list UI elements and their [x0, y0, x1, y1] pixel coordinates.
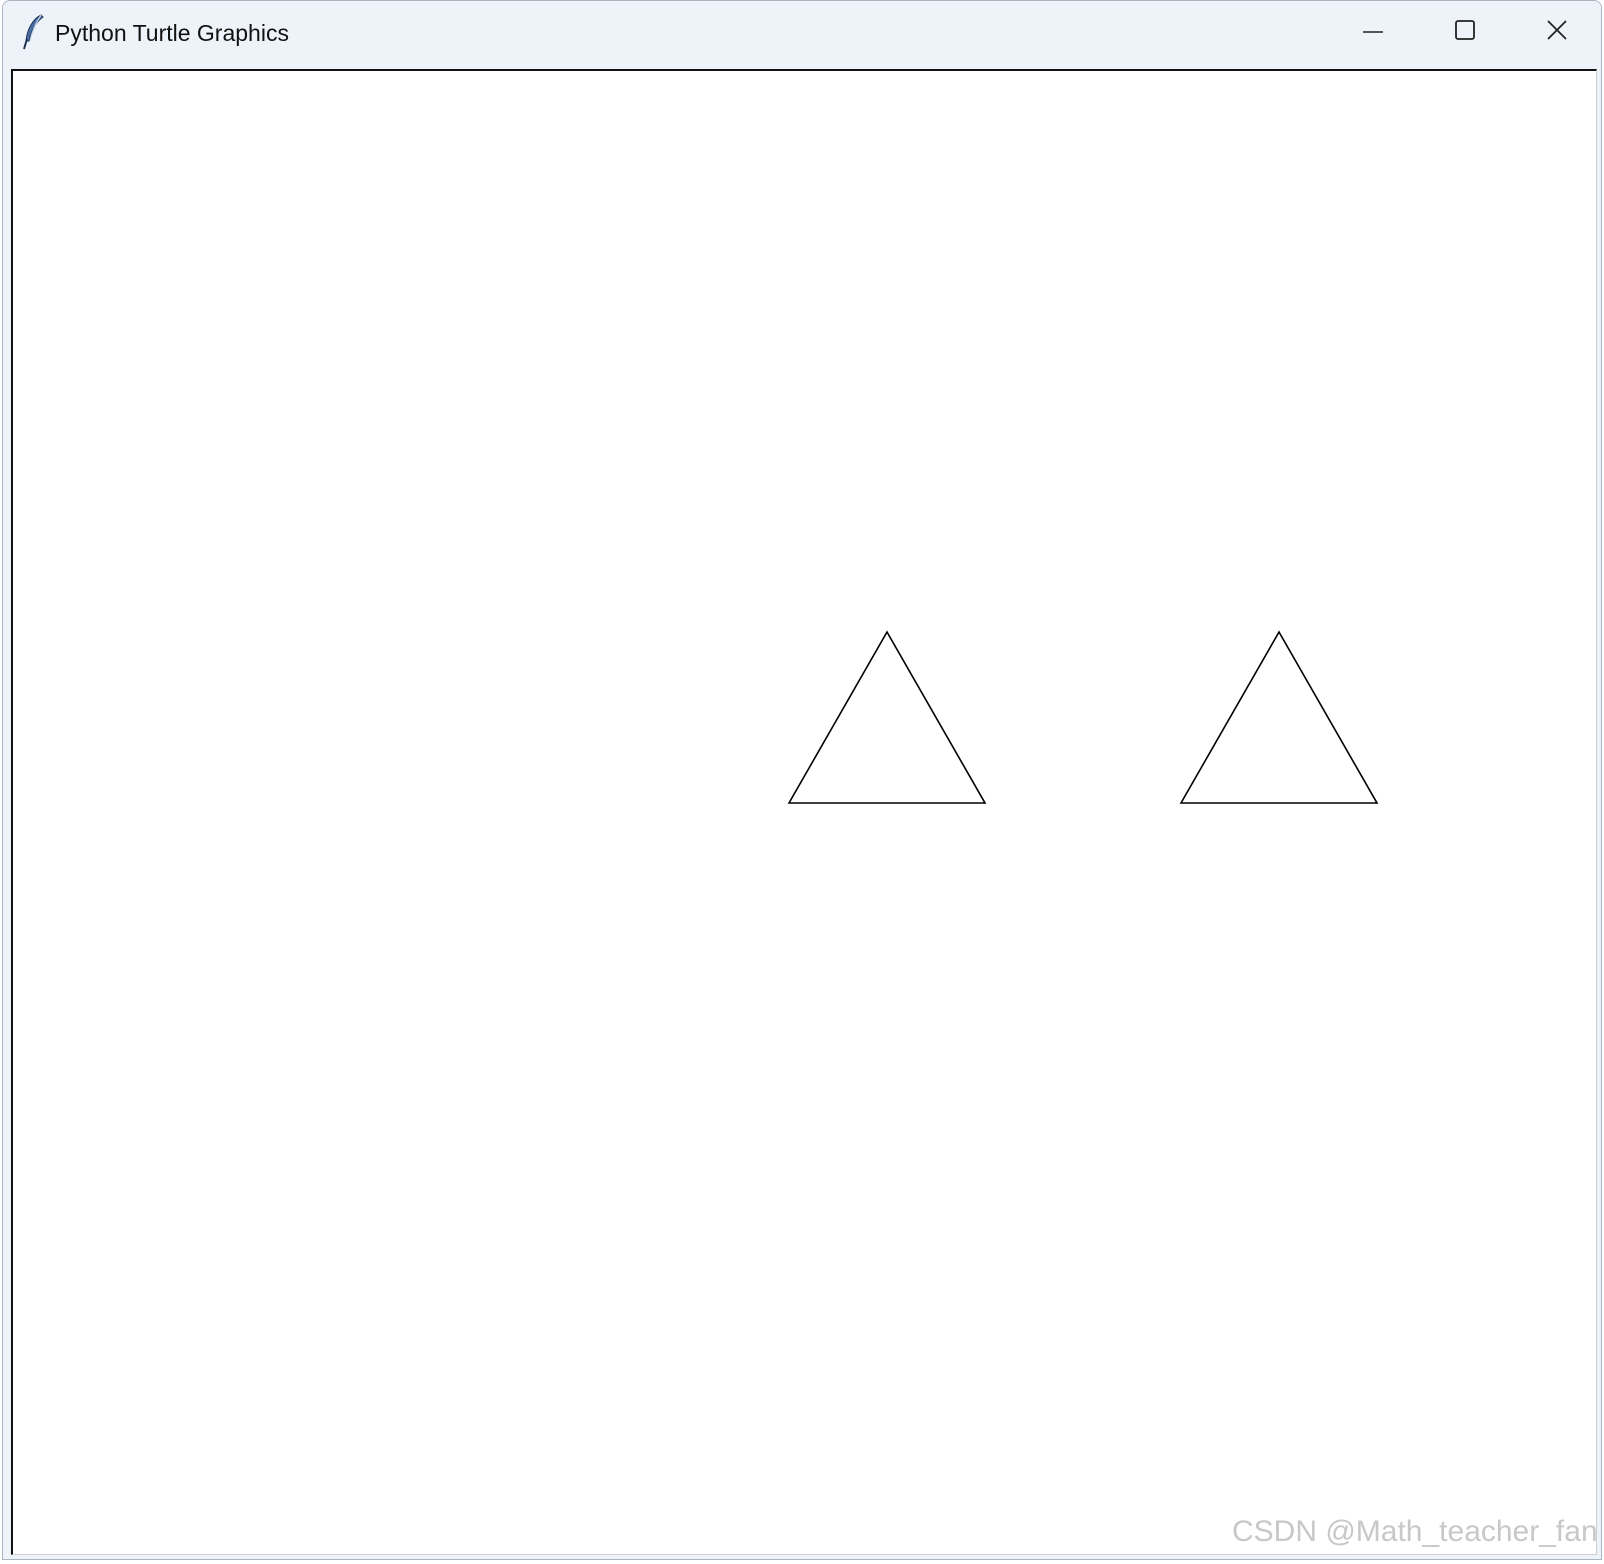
close-icon — [1545, 18, 1569, 47]
window-title: Python Turtle Graphics — [55, 20, 289, 46]
watermark-text: CSDN @Math_teacher_fan — [1232, 1515, 1598, 1548]
turtle-canvas-area[interactable] — [11, 69, 1597, 1555]
triangle-right — [1179, 630, 1379, 804]
maximize-button[interactable] — [1419, 1, 1511, 63]
minimize-button[interactable] — [1327, 1, 1419, 63]
turtle-canvas — [787, 630, 1379, 804]
turtle-window: Python Turtle Graphics — [2, 0, 1602, 1560]
minimize-icon — [1361, 18, 1385, 47]
feather-icon — [21, 13, 47, 51]
title-bar[interactable]: Python Turtle Graphics — [3, 1, 1601, 67]
triangle-left — [787, 630, 987, 804]
maximize-icon — [1453, 18, 1477, 47]
close-button[interactable] — [1511, 1, 1601, 63]
